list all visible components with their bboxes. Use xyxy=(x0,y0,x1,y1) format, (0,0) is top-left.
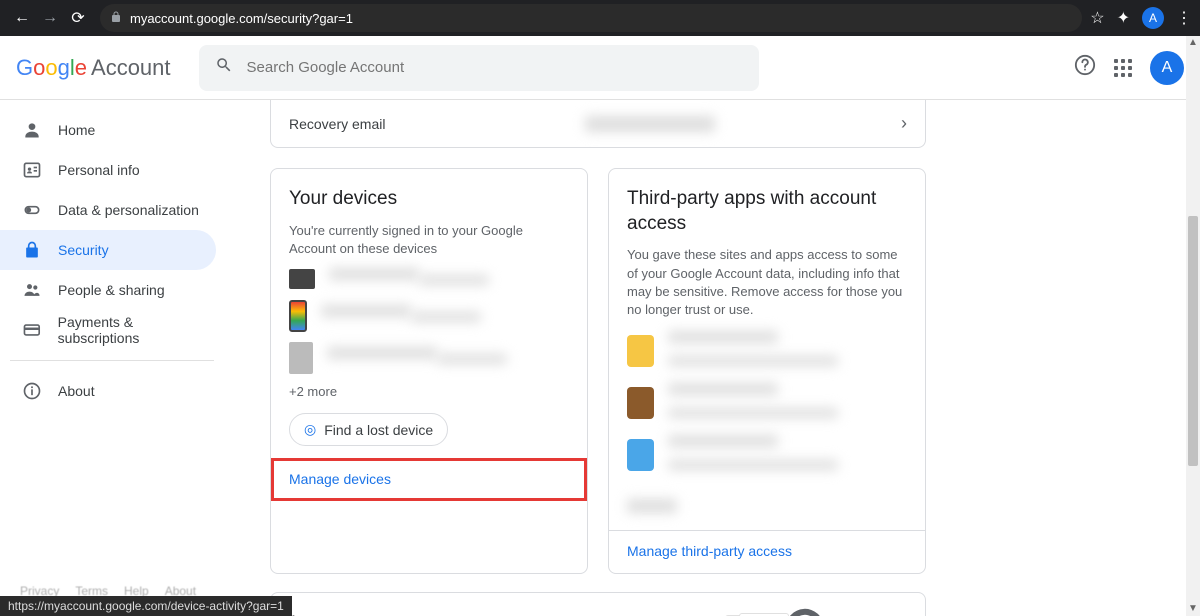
content-area: Recovery email › Your devices You're cur… xyxy=(230,100,1200,616)
app-icon xyxy=(627,335,654,367)
third-party-more-redacted xyxy=(627,499,677,513)
sidebar-item-label: About xyxy=(58,383,95,399)
card-title: Third-party apps with account access xyxy=(627,187,907,236)
card-desc: You're currently signed in to your Googl… xyxy=(289,222,569,258)
sidebar-item-personal[interactable]: Personal info xyxy=(0,150,216,190)
address-bar[interactable]: myaccount.google.com/security?gar=1 xyxy=(100,4,1082,32)
sidebar-item-label: Payments & subscriptions xyxy=(58,314,216,346)
forward-button[interactable]: → xyxy=(36,4,64,32)
extensions-icon[interactable]: ✦ xyxy=(1117,8,1130,28)
sidebar-item-people[interactable]: People & sharing xyxy=(0,270,216,310)
card-third-party: Third-party apps with account access You… xyxy=(608,168,926,574)
devices-more-count[interactable]: +2 more xyxy=(289,384,569,399)
third-party-app-row[interactable] xyxy=(627,435,907,475)
sidebar: Home Personal info Data & personalizatio… xyxy=(0,100,230,616)
reload-button[interactable]: ⟳ xyxy=(64,4,92,32)
google-account-logo[interactable]: Google Account xyxy=(16,55,171,81)
sidebar-item-home[interactable]: Home xyxy=(0,110,216,150)
sidebar-item-payments[interactable]: Payments & subscriptions xyxy=(0,310,216,350)
app-icon xyxy=(627,439,654,471)
third-party-app-row[interactable] xyxy=(627,331,907,371)
app-header: Google Account A xyxy=(0,36,1200,100)
phone-icon xyxy=(289,300,307,332)
account-avatar[interactable]: A xyxy=(1150,51,1184,85)
sidebar-divider xyxy=(10,360,214,361)
recovery-label: Recovery email xyxy=(289,116,385,132)
manage-devices-footer: Manage devices xyxy=(271,458,587,501)
third-party-app-row[interactable] xyxy=(627,383,907,423)
device-row[interactable] xyxy=(289,300,569,332)
url-text: myaccount.google.com/security?gar=1 xyxy=(130,11,353,26)
menu-icon[interactable]: ⋮ xyxy=(1176,8,1192,28)
account-label: Account xyxy=(91,55,171,81)
app-icon xyxy=(627,387,654,419)
target-icon: ◎ xyxy=(304,421,316,438)
star-icon[interactable]: ☆ xyxy=(1090,8,1104,28)
sidebar-item-label: Personal info xyxy=(58,162,140,178)
help-icon[interactable] xyxy=(1074,54,1096,81)
sidebar-item-about[interactable]: About xyxy=(0,371,216,411)
phone-icon xyxy=(289,342,313,374)
search-box[interactable] xyxy=(199,45,759,91)
manage-third-party-link[interactable]: Manage third-party access xyxy=(627,543,792,559)
card-less-secure: Less secure app access To protect your a… xyxy=(270,592,926,616)
recovery-value-redacted xyxy=(585,116,715,132)
device-row[interactable] xyxy=(289,342,569,374)
search-icon xyxy=(215,56,233,79)
recovery-email-row[interactable]: Recovery email › xyxy=(270,100,926,148)
sidebar-item-label: Data & personalization xyxy=(58,202,199,218)
browser-avatar[interactable]: A xyxy=(1142,7,1164,29)
sidebar-item-label: Security xyxy=(58,242,109,258)
sidebar-item-data[interactable]: Data & personalization xyxy=(0,190,216,230)
chevron-right-icon: › xyxy=(901,113,907,134)
browser-toolbar: ← → ⟳ myaccount.google.com/security?gar=… xyxy=(0,0,1200,36)
device-row[interactable] xyxy=(289,268,569,290)
sidebar-item-label: Home xyxy=(58,122,95,138)
sidebar-item-security[interactable]: Security xyxy=(0,230,216,270)
back-button[interactable]: ← xyxy=(8,4,36,32)
vertical-scrollbar[interactable]: ▲ ▼ xyxy=(1186,36,1200,616)
browser-status-bar: https://myaccount.google.com/device-acti… xyxy=(0,596,292,616)
card-your-devices: Your devices You're currently signed in … xyxy=(270,168,588,574)
scroll-up-arrow[interactable]: ▲ xyxy=(1186,36,1200,50)
scroll-down-arrow[interactable]: ▼ xyxy=(1186,602,1200,616)
card-desc: You gave these sites and apps access to … xyxy=(627,246,907,319)
sidebar-item-label: People & sharing xyxy=(58,282,165,298)
scroll-thumb[interactable] xyxy=(1188,216,1198,466)
find-lost-device-button[interactable]: ◎ Find a lost device xyxy=(289,413,448,446)
computer-icon xyxy=(289,269,315,289)
manage-devices-link[interactable]: Manage devices xyxy=(289,471,391,487)
lock-icon xyxy=(110,11,122,26)
search-input[interactable] xyxy=(247,59,743,76)
card-title: Your devices xyxy=(289,187,569,212)
find-device-label: Find a lost device xyxy=(324,422,433,438)
apps-icon[interactable] xyxy=(1114,59,1132,77)
